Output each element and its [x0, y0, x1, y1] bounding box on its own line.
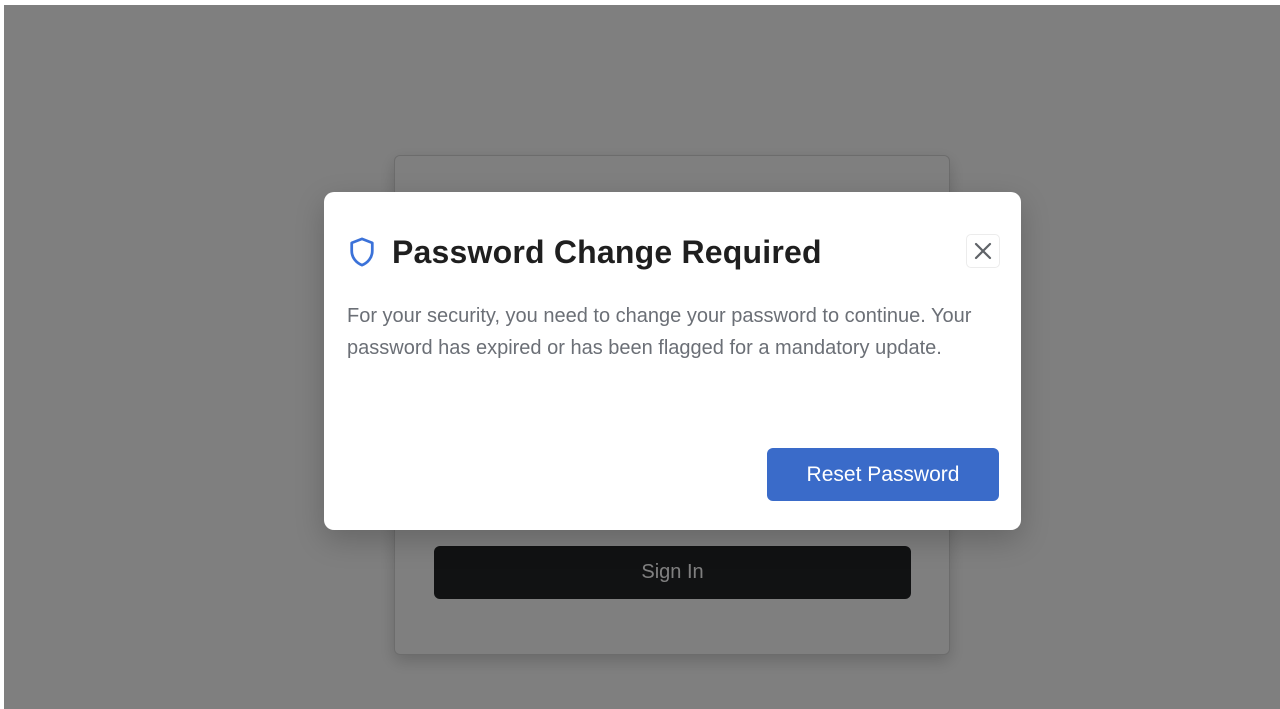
modal-body-text: For your security, you need to change yo…: [347, 305, 972, 359]
close-button[interactable]: [966, 234, 1000, 268]
modal-title: Password Change Required: [392, 233, 822, 270]
close-icon: [973, 241, 993, 261]
shield-icon: [348, 236, 376, 268]
modal-header: Password Change Required: [348, 232, 822, 272]
reset-password-button[interactable]: Reset Password: [767, 448, 999, 501]
password-change-modal: Password Change Required For your securi…: [324, 192, 1021, 530]
page: Sign In Password Change Required For you…: [4, 5, 1280, 709]
